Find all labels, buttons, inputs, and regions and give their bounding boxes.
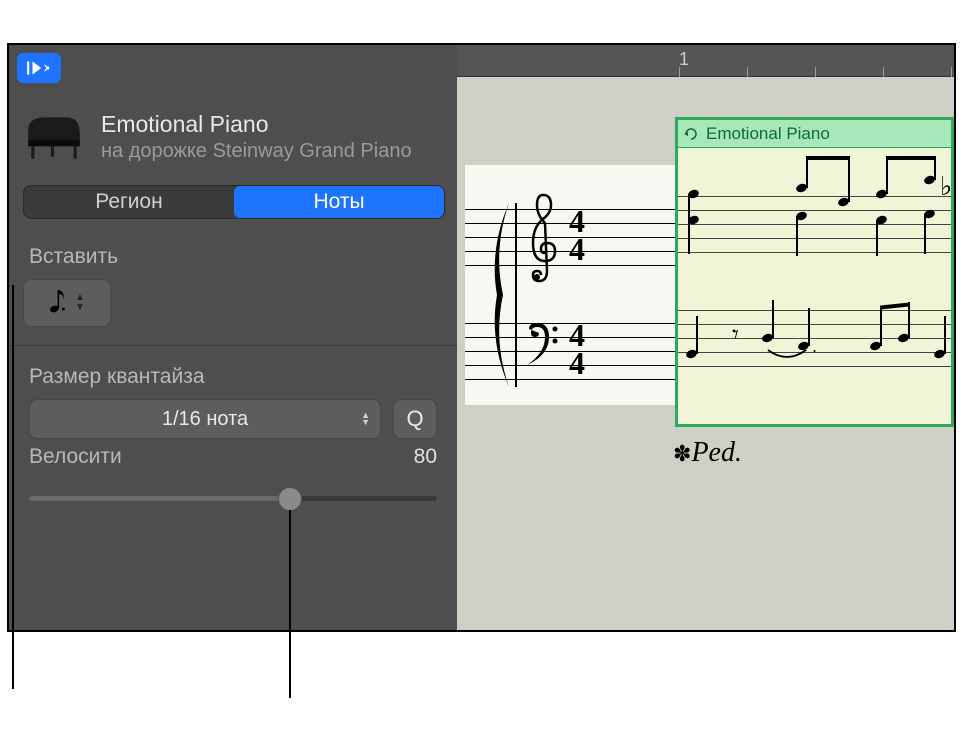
treble-clef-icon — [523, 191, 563, 292]
callout-line — [12, 285, 14, 689]
bass-clef-icon — [523, 321, 561, 374]
quantize-value-popup[interactable]: 1/16 нота ▲▼ — [29, 399, 381, 439]
catch-playhead-button[interactable] — [17, 53, 61, 83]
editor-window: Emotional Piano на дорожке Steinway Gran… — [7, 43, 956, 632]
loop-icon — [684, 127, 698, 141]
stepper-icon: ▲▼ — [75, 294, 85, 312]
insert-note-value-popup[interactable]: ▲▼ — [23, 279, 111, 327]
bar-number-1: 1 — [679, 49, 689, 70]
track-icon — [23, 111, 85, 161]
divider — [9, 345, 457, 346]
grand-staff-brace — [489, 203, 515, 387]
timesig-bass: 4 4 — [569, 321, 585, 377]
quantize-value: 1/16 нота — [162, 408, 248, 431]
score-area: 1 — [457, 45, 954, 630]
chevron-updown-icon: ▲▼ — [361, 412, 370, 426]
track-subtitle: на дорожке Steinway Grand Piano — [101, 140, 412, 163]
quantize-label: Размер квантайза — [29, 365, 437, 389]
midi-region[interactable]: Emotional Piano — [675, 117, 954, 427]
tab-region[interactable]: Регион — [24, 186, 234, 218]
slider-thumb[interactable] — [278, 487, 302, 511]
slider-fill — [29, 496, 282, 501]
inspector-panel: Emotional Piano на дорожке Steinway Gran… — [9, 45, 457, 630]
velocity-slider[interactable] — [29, 483, 437, 513]
region-name: Emotional Piano — [706, 124, 830, 144]
velocity-value: 80 — [414, 445, 437, 469]
callout-line — [289, 510, 291, 698]
tab-notes[interactable]: Ноты — [234, 186, 444, 218]
region-header[interactable]: Emotional Piano — [678, 120, 951, 148]
timesig-treble: 4 4 — [569, 207, 585, 263]
score-background: 4 4 4 4 Emotional Piano — [457, 77, 954, 630]
bar-ruler[interactable]: 1 — [457, 45, 954, 77]
region-title: Emotional Piano — [101, 111, 412, 138]
staff-header-block: 4 4 4 4 — [465, 165, 675, 405]
insert-label: Вставить — [29, 245, 118, 269]
inspector-tabs: Регион Ноты — [23, 185, 445, 219]
velocity-label: Велосити — [29, 445, 122, 469]
eighth-note-icon — [49, 286, 67, 321]
pedal-marking: ✽Ped. — [673, 437, 742, 469]
quantize-apply-button[interactable]: Q — [393, 399, 437, 439]
